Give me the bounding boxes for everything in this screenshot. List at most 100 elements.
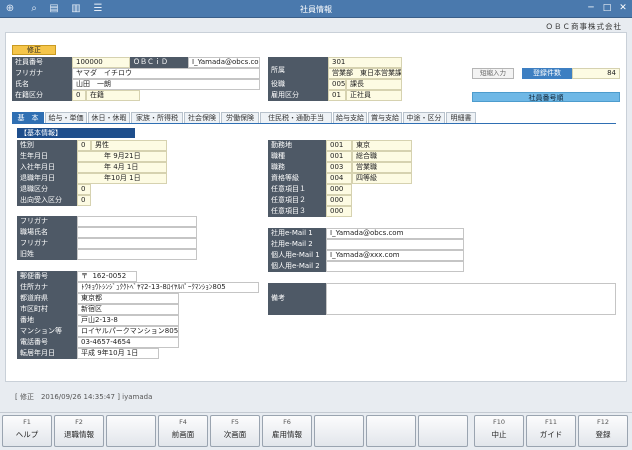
f6-employment-button[interactable]: F6 雇用情報 xyxy=(262,415,312,447)
job-code-field[interactable]: 001 xyxy=(326,151,352,162)
pmail2-label: 個人用e-Mail 2 xyxy=(268,261,326,272)
f1-key: F1 xyxy=(23,418,31,426)
opt2-field[interactable]: 000 xyxy=(326,195,352,206)
emp-no-field[interactable]: 100000 xyxy=(72,57,130,68)
gender-label: 性別 xyxy=(17,140,77,151)
furigana2-field[interactable] xyxy=(77,216,197,227)
title-bar: ⊕ ⌕ ▤ ▥ ☰ 社員情報 ─ □ ✕ xyxy=(0,0,632,18)
opt1-field[interactable]: 000 xyxy=(326,184,352,195)
short-input-button[interactable]: 短縮入力 xyxy=(472,68,514,79)
birth-label: 生年月日 xyxy=(17,151,77,162)
grade-code-field[interactable]: 004 xyxy=(326,173,352,184)
tab-statement[interactable]: 明細書 xyxy=(446,112,476,123)
tab-midcareer[interactable]: 中途・区分 xyxy=(403,112,445,123)
f7-button[interactable] xyxy=(314,415,364,447)
city-label: 市区町村 xyxy=(17,304,77,315)
f12-register-button[interactable]: F12 登録 xyxy=(578,415,628,447)
f8-button[interactable] xyxy=(366,415,416,447)
f11-label: ガイド xyxy=(539,430,563,439)
mail2-field[interactable] xyxy=(326,239,464,250)
tab-basic[interactable]: 基 本 xyxy=(12,112,44,123)
move-label: 転居年月日 xyxy=(17,348,77,359)
f10-key: F10 xyxy=(492,418,505,426)
tab-resident-tax[interactable]: 住民税・通勤手当 xyxy=(260,112,332,123)
bldg-label: マンション等 xyxy=(17,326,77,337)
f3-button[interactable] xyxy=(106,415,156,447)
furigana-field[interactable]: ヤマダ イチロウ xyxy=(72,68,260,79)
tel-label: 電話番号 xyxy=(17,337,77,348)
transfer-field[interactable]: 0 xyxy=(77,195,91,206)
post-value: 課長 xyxy=(346,79,402,90)
opt3-field[interactable]: 000 xyxy=(326,206,352,217)
duty-code-field[interactable]: 003 xyxy=(326,162,352,173)
obcid-label: ＯＢＣｉＤ xyxy=(130,57,188,68)
post-code-field[interactable]: 005 xyxy=(328,79,346,90)
f2-key: F2 xyxy=(75,418,83,426)
close-icon[interactable]: ✕ xyxy=(616,2,630,15)
tab-labor-insurance[interactable]: 労働保険 xyxy=(221,112,259,123)
retire-field[interactable]: 年10月 1日 xyxy=(77,173,167,184)
job-label: 職種 xyxy=(268,151,326,162)
gender-code-field[interactable]: 0 xyxy=(77,140,91,151)
dept-code-field[interactable]: 301 xyxy=(328,57,402,68)
title-name-label: 職場氏名 xyxy=(17,227,77,238)
f11-guide-button[interactable]: F11 ガイド xyxy=(526,415,576,447)
f5-next-button[interactable]: F5 次画面 xyxy=(210,415,260,447)
mail1-field[interactable]: I_Yamada@obcs.com xyxy=(326,228,464,239)
f6-key: F6 xyxy=(283,418,291,426)
status-line: [ 修正 2016/09/26 14:35:47 ] iyamada xyxy=(15,393,153,401)
bldg-field[interactable]: ロイヤルパークマンション805 xyxy=(77,326,179,337)
tab-salary[interactable]: 給与・単価 xyxy=(45,112,87,123)
emp-type-code-field[interactable]: 01 xyxy=(328,90,346,101)
obcid-field[interactable]: I_Yamada@obcs.co xyxy=(188,57,260,68)
title-name-field[interactable] xyxy=(77,227,197,238)
tab-family[interactable]: 家族・所得税 xyxy=(131,112,183,123)
opt2-label: 任意項目２ xyxy=(268,195,326,206)
addr-kana-label: 住所カナ xyxy=(17,282,77,293)
furigana3-field[interactable] xyxy=(77,238,197,249)
f5-key: F5 xyxy=(231,418,239,426)
retire-type-field[interactable]: 0 xyxy=(77,184,91,195)
section-title: 【基本情報】 xyxy=(17,128,135,138)
tab-social-insurance[interactable]: 社会保険 xyxy=(184,112,220,123)
f4-prev-button[interactable]: F4 前画面 xyxy=(158,415,208,447)
duty-label: 職務 xyxy=(268,162,326,173)
join-field[interactable]: 年 4月 1日 xyxy=(77,162,167,173)
maximize-icon[interactable]: □ xyxy=(600,2,614,15)
status-code-field[interactable]: 0 xyxy=(72,90,86,101)
old-name-field[interactable] xyxy=(77,249,197,260)
work-value: 東京 xyxy=(352,140,412,151)
block-field[interactable]: 戸山2-13-8 xyxy=(77,315,179,326)
addr-kana-field[interactable]: ﾄｳｷｮｳﾄｼﾝｼﾞｭｸｸﾄﾍﾞﾔﾏ2-13-8ﾛｲﾔﾙﾊﾟｰｸﾏﾝｼｮﾝ805 xyxy=(77,282,259,293)
zip-field[interactable]: 〒 162-0052 xyxy=(77,271,137,282)
pref-field[interactable]: 東京都 xyxy=(77,293,179,304)
minimize-icon[interactable]: ─ xyxy=(584,2,598,15)
name-label: 氏名 xyxy=(12,79,72,90)
tab-bonus[interactable]: 賞与支給 xyxy=(368,112,402,123)
note-field[interactable] xyxy=(326,283,616,315)
move-field[interactable]: 平成 9年10月 1日 xyxy=(77,348,159,359)
post-label: 役職 xyxy=(268,79,328,90)
f2-retire-info-button[interactable]: F2 退職情報 xyxy=(54,415,104,447)
f12-label: 登録 xyxy=(595,430,611,439)
pmail2-field[interactable] xyxy=(326,261,464,272)
f9-button[interactable] xyxy=(418,415,468,447)
opt1-label: 任意項目１ xyxy=(268,184,326,195)
f1-help-button[interactable]: F1 ヘルプ xyxy=(2,415,52,447)
mail1-label: 社用e-Mail 1 xyxy=(268,228,326,239)
dept-label-text: 所属 xyxy=(271,66,285,74)
f12-key: F12 xyxy=(596,418,609,426)
pref-label: 都道府県 xyxy=(17,293,77,304)
pmail1-field[interactable]: I_Yamada@xxx.com xyxy=(326,250,464,261)
tel-field[interactable]: 03-4657-4654 xyxy=(77,337,179,348)
note-label: 備考 xyxy=(268,283,326,315)
city-field[interactable]: 新宿区 xyxy=(77,304,179,315)
tab-pay[interactable]: 給与支給 xyxy=(333,112,367,123)
emp-order-button[interactable]: 社員番号順 xyxy=(472,92,620,102)
tab-holiday[interactable]: 休日・休暇 xyxy=(88,112,130,123)
f10-cancel-button[interactable]: F10 中止 xyxy=(474,415,524,447)
work-code-field[interactable]: 001 xyxy=(326,140,352,151)
name-field[interactable]: 山田 一朗 xyxy=(72,79,260,90)
mail2-label: 社用e-Mail 2 xyxy=(268,239,326,250)
birth-field[interactable]: 年 9月21日 xyxy=(77,151,167,162)
